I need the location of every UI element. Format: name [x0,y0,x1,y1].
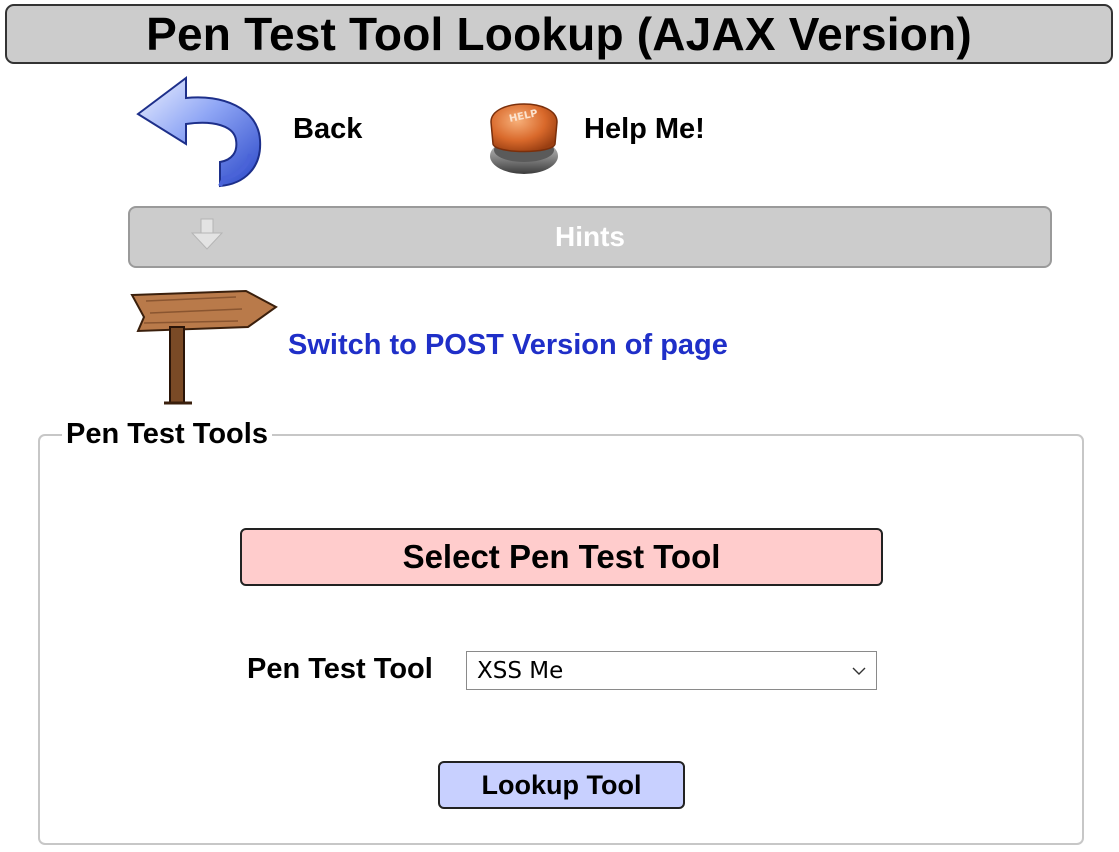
chevron-down-icon [852,667,866,675]
lookup-tool-button[interactable]: Lookup Tool [438,761,685,809]
pen-test-tool-select[interactable]: XSS Me [466,651,877,690]
form-header: Select Pen Test Tool [240,528,883,586]
hints-toggle[interactable]: Hints [128,206,1052,268]
back-link[interactable]: Back [293,113,362,146]
page-title: Pen Test Tool Lookup (AJAX Version) [146,8,972,60]
help-button-icon[interactable]: HELP [483,92,565,178]
hints-label: Hints [555,221,625,252]
help-link[interactable]: Help Me! [584,113,705,146]
pen-test-tool-label: Pen Test Tool [247,653,433,685]
signpost-icon[interactable] [126,287,280,409]
back-arrow-icon[interactable] [134,74,264,189]
switch-to-post-link[interactable]: Switch to POST Version of page [288,329,728,362]
selected-tool-value: XSS Me [477,658,564,684]
fieldset-legend: Pen Test Tools [62,418,272,451]
title-bar: Pen Test Tool Lookup (AJAX Version) [5,4,1113,64]
page: Pen Test Tool Lookup (AJAX Version) Back [0,0,1119,852]
